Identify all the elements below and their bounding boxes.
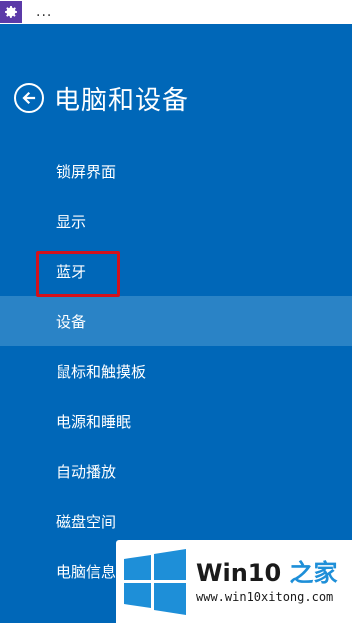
menu-item-mouse-touchpad[interactable]: 鼠标和触摸板 [0, 346, 352, 396]
menu-item-power-sleep[interactable]: 电源和睡眠 [0, 396, 352, 446]
menu-item-autoplay[interactable]: 自动播放 [0, 446, 352, 496]
menu-item-label: 电脑信息 [56, 562, 117, 581]
menu-item-label: 锁屏界面 [56, 162, 117, 181]
watermark-title: Win10 之家 [196, 553, 338, 588]
title-bar: ... [0, 0, 352, 24]
watermark-url: www.win10xitong.com [196, 590, 334, 604]
back-arrow-icon [22, 91, 36, 105]
red-highlight-box [36, 251, 120, 297]
settings-menu: 锁屏界面 显示 蓝牙 设备 鼠标和触摸板 电源和睡眠 自动播放 磁盘空间 电脑信… [0, 146, 352, 596]
menu-item-label: 设备 [56, 312, 87, 331]
back-button[interactable] [14, 83, 44, 113]
menu-item-label: 显示 [56, 212, 87, 231]
menu-item-disk-space[interactable]: 磁盘空间 [0, 496, 352, 546]
menu-item-display[interactable]: 显示 [0, 196, 352, 246]
watermark-badge: Win10 之家 www.win10xitong.com [116, 540, 352, 623]
gear-icon[interactable] [0, 1, 22, 23]
page-header: 电脑和设备 [14, 80, 189, 116]
page-title: 电脑和设备 [54, 85, 190, 116]
menu-item-label: 鼠标和触摸板 [56, 362, 147, 381]
windows-logo-icon [124, 549, 186, 615]
watermark-title-main: Win10 [196, 559, 290, 587]
menu-item-label: 自动播放 [56, 462, 117, 481]
menu-item-label: 磁盘空间 [56, 512, 117, 531]
menu-item-label: 电源和睡眠 [56, 412, 132, 431]
menu-item-lock-screen[interactable]: 锁屏界面 [0, 146, 352, 196]
watermark-title-accent: 之家 [289, 559, 338, 587]
title-ellipsis[interactable]: ... [36, 5, 52, 19]
settings-screen: ... 电脑和设备 锁屏界面 显示 蓝牙 设备 鼠标和触摸板 电源和睡眠 自动播… [0, 0, 352, 623]
menu-item-devices[interactable]: 设备 [0, 296, 352, 346]
